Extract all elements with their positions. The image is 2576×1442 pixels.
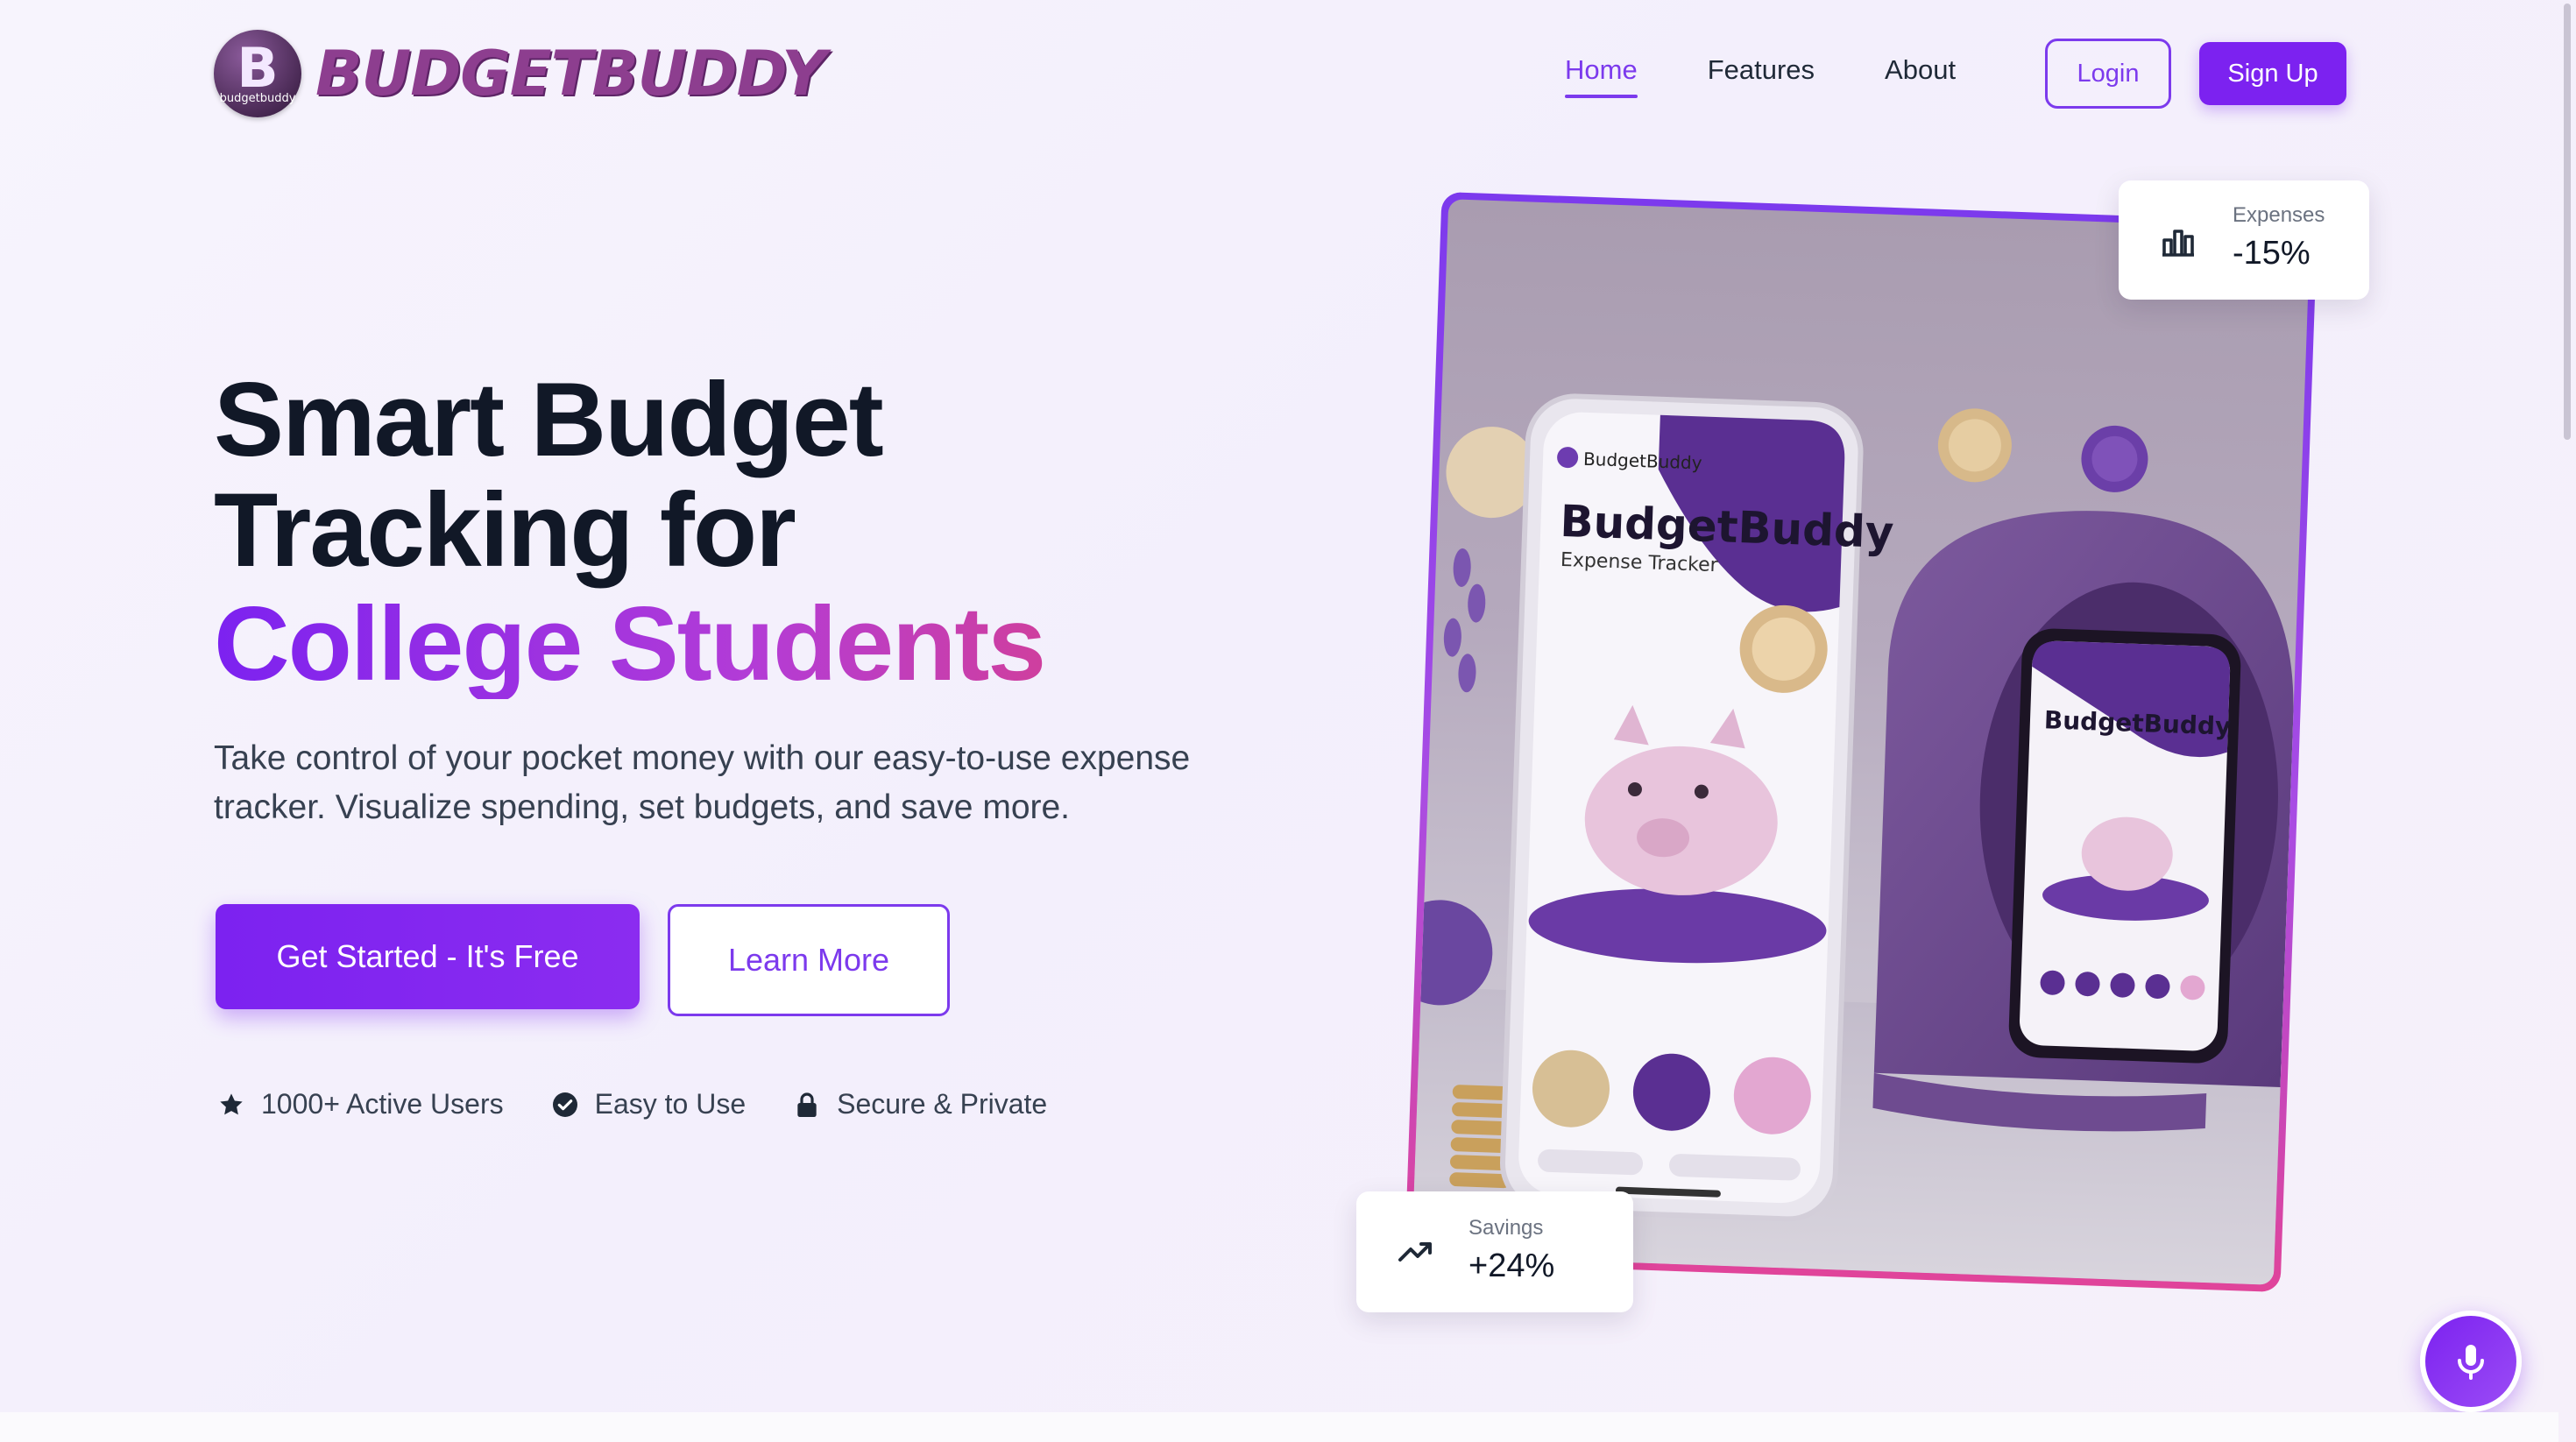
star-icon — [220, 1092, 243, 1114]
expenses-value: -15% — [2233, 235, 2311, 272]
hero-title-line1: Smart Budget — [214, 361, 884, 478]
logo-letter: B — [237, 35, 279, 100]
check-circle-icon — [552, 1092, 577, 1117]
nav-link-features[interactable]: Features — [1708, 54, 1815, 98]
microphone-icon — [2458, 1345, 2484, 1380]
expenses-stat-card: Expenses -15% — [2119, 180, 2369, 300]
nav-link-about[interactable]: About — [1885, 54, 1956, 98]
page-scrollbar[interactable] — [2558, 0, 2576, 1442]
get-started-button[interactable]: Get Started - It's Free — [216, 904, 640, 1009]
hero-title-line2: Tracking for — [214, 471, 796, 589]
voice-assistant-button[interactable] — [2420, 1311, 2522, 1412]
next-section-edge — [0, 1412, 2558, 1442]
hero-title-accent: College Students — [214, 585, 1046, 703]
expenses-label: Expenses — [2233, 203, 2325, 227]
phone-brand-small: BudgetBuddy — [1583, 449, 1702, 474]
learn-more-button[interactable]: Learn More — [668, 904, 950, 1016]
login-button[interactable]: Login — [2045, 39, 2171, 109]
scrollbar-thumb[interactable] — [2564, 4, 2571, 440]
site-header: B budgetbuddy BUDGETBUDDY Home Features … — [0, 0, 2576, 149]
savings-stat-card: Savings +24% — [1356, 1191, 1633, 1312]
feature-easy: Easy to Use — [551, 1088, 747, 1120]
savings-label: Savings — [1468, 1216, 1544, 1240]
brand-logo[interactable]: B budgetbuddy BUDGETBUDDY — [214, 30, 826, 117]
main-nav: Home Features About — [1565, 54, 1956, 98]
feature-highlights: 1000+ Active Users Easy to Use Secure & … — [217, 1088, 1047, 1120]
logo-badge: B budgetbuddy — [214, 30, 301, 117]
feature-secure: Secure & Private — [793, 1088, 1047, 1120]
savings-value: +24% — [1468, 1248, 1555, 1284]
hero-title: Smart Budget Tracking for College Studen… — [214, 361, 1046, 703]
bar-chart-icon — [2162, 230, 2194, 257]
signup-button[interactable]: Sign Up — [2199, 42, 2346, 105]
hero-subtitle: Take control of your pocket money with o… — [214, 739, 1191, 826]
feature-label: 1000+ Active Users — [261, 1088, 504, 1120]
hero-image-frame: BudgetBuddy BudgetBuddy Expense Tracker … — [1404, 191, 2318, 1293]
logo-caption: budgetbuddy — [219, 92, 296, 105]
brand-name: BUDGETBUDDY — [315, 38, 826, 110]
nav-link-home[interactable]: Home — [1565, 54, 1638, 98]
trending-up-icon — [1398, 1242, 1432, 1262]
app-mockup-illustration: BudgetBuddy BudgetBuddy Expense Tracker … — [1412, 393, 2294, 1285]
hero-image: BudgetBuddy BudgetBuddy Expense Tracker … — [1412, 199, 2311, 1285]
feature-label: Secure & Private — [837, 1088, 1048, 1120]
lock-icon — [797, 1092, 817, 1117]
feature-active-users: 1000+ Active Users — [217, 1088, 504, 1120]
feature-label: Easy to Use — [594, 1088, 747, 1120]
